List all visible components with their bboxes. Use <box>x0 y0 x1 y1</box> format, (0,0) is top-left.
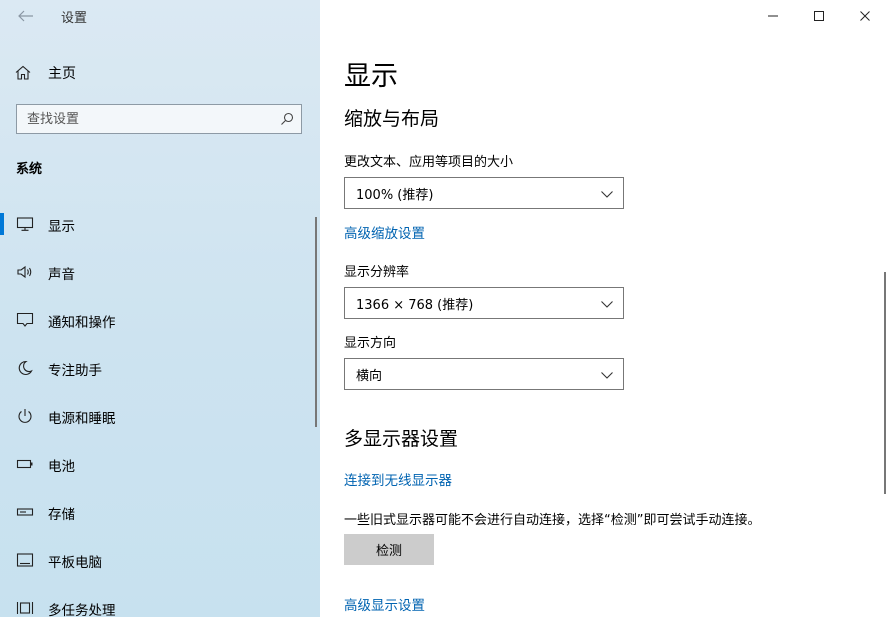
sidebar-item-label: 电源和睡眠 <box>48 411 116 427</box>
main-content: 显示 缩放与布局 更改文本、应用等项目的大小 100% (推荐) 高级缩放设置 … <box>320 0 888 617</box>
orientation-value: 横向 <box>356 368 383 384</box>
resolution-label: 显示分辨率 <box>344 265 410 280</box>
scale-label: 更改文本、应用等项目的大小 <box>344 155 514 170</box>
sidebar-item-notifications[interactable]: 通知和操作 <box>0 296 320 344</box>
sidebar-item-label: 专注助手 <box>48 363 102 379</box>
storage-icon <box>16 504 34 520</box>
sidebar-item-multitasking[interactable]: 多任务处理 <box>0 584 320 632</box>
home-icon <box>15 65 31 80</box>
detect-description: 一些旧式显示器可能不会进行自动连接，选择“检测”即可尝试手动连接。 <box>344 513 761 528</box>
resolution-value: 1366 × 768 (推荐) <box>356 297 474 313</box>
advanced-display-link[interactable]: 高级显示设置 <box>344 594 425 614</box>
app-title: 设置 <box>61 11 88 26</box>
advanced-scaling-link[interactable]: 高级缩放设置 <box>344 222 425 242</box>
resolution-dropdown[interactable]: 1366 × 768 (推荐) <box>344 287 624 319</box>
search-icon[interactable] <box>273 105 301 133</box>
main-scrollbar[interactable] <box>884 272 886 494</box>
power-icon <box>16 408 34 424</box>
sidebar-item-label: 通知和操作 <box>48 315 116 331</box>
scale-layout-heading: 缩放与布局 <box>344 108 440 130</box>
sidebar-item-label: 主页 <box>48 66 76 82</box>
sidebar-item-display[interactable]: 显示 <box>0 200 320 248</box>
monitor-icon <box>16 216 34 232</box>
sidebar-item-label: 电池 <box>48 459 75 475</box>
minimize-button[interactable] <box>750 0 796 32</box>
sidebar-item-storage[interactable]: 存储 <box>0 488 320 536</box>
speaker-icon <box>16 264 34 280</box>
section-title: 系统 <box>16 162 43 177</box>
sidebar-item-power[interactable]: 电源和睡眠 <box>0 392 320 440</box>
sidebar-item-label: 多任务处理 <box>48 603 116 619</box>
page-title: 显示 <box>344 61 398 92</box>
search-input[interactable] <box>17 105 273 133</box>
notification-icon <box>16 312 34 328</box>
scale-value: 100% (推荐) <box>356 187 434 203</box>
moon-icon <box>16 360 34 376</box>
multitask-icon <box>16 600 34 616</box>
battery-icon <box>16 456 34 472</box>
orientation-label: 显示方向 <box>344 336 397 351</box>
search-box[interactable] <box>16 104 302 134</box>
maximize-button[interactable] <box>796 0 842 32</box>
sidebar-item-battery[interactable]: 电池 <box>0 440 320 488</box>
close-button[interactable] <box>842 0 888 32</box>
sidebar-item-sound[interactable]: 声音 <box>0 248 320 296</box>
chevron-down-icon <box>601 372 613 379</box>
close-icon <box>860 11 870 21</box>
sidebar-item-label: 显示 <box>48 219 75 235</box>
sidebar-item-focus-assist[interactable]: 专注助手 <box>0 344 320 392</box>
selection-indicator <box>0 213 4 235</box>
chevron-down-icon <box>601 301 613 308</box>
sidebar: 设置 主页 系统 显示 声音 <box>0 0 320 619</box>
sidebar-item-label: 声音 <box>48 267 75 283</box>
back-button[interactable] <box>14 6 38 26</box>
wireless-display-link[interactable]: 连接到无线显示器 <box>344 469 452 489</box>
maximize-icon <box>814 11 824 21</box>
sidebar-item-label: 平板电脑 <box>48 555 102 571</box>
minimize-icon <box>768 15 778 17</box>
sidebar-item-home[interactable]: 主页 <box>14 62 76 84</box>
detect-button[interactable]: 检测 <box>344 534 434 565</box>
tablet-icon <box>16 552 34 568</box>
sidebar-item-label: 存储 <box>48 507 75 523</box>
sidebar-scrollbar[interactable] <box>315 217 317 427</box>
chevron-down-icon <box>601 191 613 198</box>
back-arrow-icon <box>18 10 33 22</box>
orientation-dropdown[interactable]: 横向 <box>344 358 624 390</box>
scale-dropdown[interactable]: 100% (推荐) <box>344 177 624 209</box>
sidebar-item-tablet[interactable]: 平板电脑 <box>0 536 320 584</box>
multi-display-heading: 多显示器设置 <box>344 428 459 450</box>
sidebar-nav: 显示 声音 通知和操作 专注助手 电源和睡眠 电池 存储 平板电脑 多任务处理 <box>0 200 320 632</box>
